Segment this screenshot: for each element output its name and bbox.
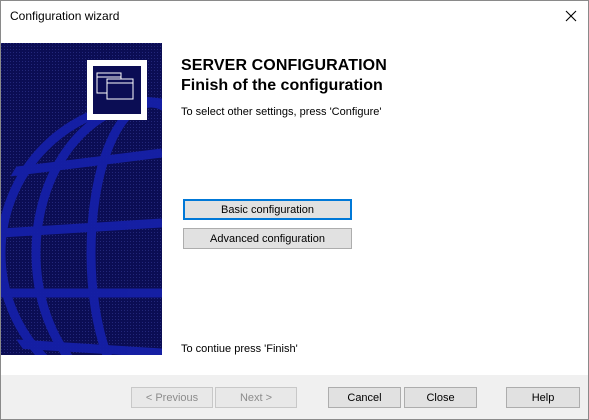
previous-button[interactable]: < Previous	[131, 387, 213, 408]
page-subtitle: Finish of the configuration	[181, 77, 383, 94]
advanced-configuration-button[interactable]: Advanced configuration	[183, 228, 352, 249]
next-button[interactable]: Next >	[215, 387, 297, 408]
close-button[interactable]: Close	[404, 387, 477, 408]
title-bar: Configuration wizard	[1, 1, 588, 31]
close-icon[interactable]	[554, 1, 588, 31]
finish-instruction-text: To contiue press 'Finish'	[181, 343, 298, 355]
cascade-windows-icon	[87, 60, 147, 120]
globe-banner-image	[1, 43, 162, 355]
wizard-body: SERVER CONFIGURATION Finish of the confi…	[1, 31, 588, 375]
wizard-window: Configuration wizard SERVER CONFIGURATIO…	[0, 0, 589, 420]
help-button[interactable]: Help	[506, 387, 580, 408]
button-bar: < Previous Next > Cancel Close Help	[1, 375, 588, 419]
basic-configuration-button[interactable]: Basic configuration	[183, 199, 352, 220]
instruction-text: To select other settings, press 'Configu…	[181, 106, 382, 118]
window-title: Configuration wizard	[10, 9, 120, 23]
cancel-button[interactable]: Cancel	[328, 387, 401, 408]
page-title: SERVER CONFIGURATION	[181, 57, 387, 74]
